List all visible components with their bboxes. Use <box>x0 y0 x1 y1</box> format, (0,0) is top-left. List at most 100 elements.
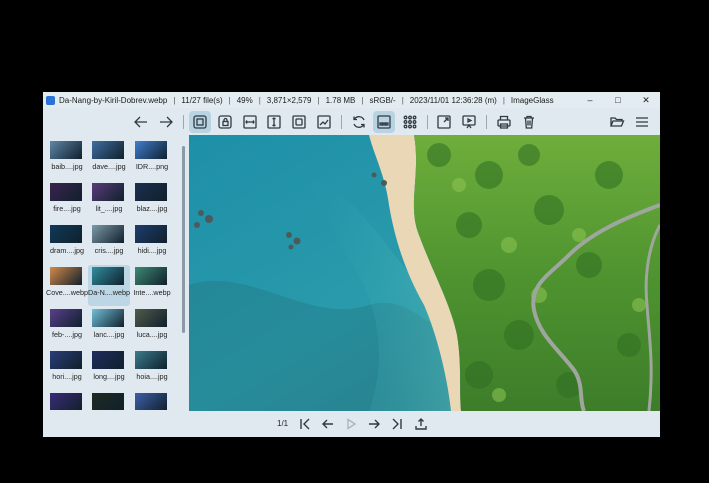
export-page-button[interactable] <box>412 415 430 433</box>
lock-zoom-button[interactable] <box>214 111 236 133</box>
previous-image-button[interactable] <box>130 111 152 133</box>
minimize-button[interactable]: – <box>576 92 604 108</box>
thumbnail-item[interactable] <box>88 391 130 410</box>
thumbnail-item[interactable]: IDR....png <box>131 139 173 180</box>
open-file-button[interactable] <box>606 111 628 133</box>
title-file-name: Da-Nang-by-Kiril-Dobrev.webp <box>59 95 168 105</box>
thumbnail-item[interactable]: hori....jpg <box>46 349 88 390</box>
thumbnail-label: hidi....jpg <box>137 246 167 255</box>
page-counter: 1/1 <box>277 419 289 428</box>
thumbnail-label: IDR....png <box>135 162 169 171</box>
title-separator: | <box>502 95 505 105</box>
close-button[interactable]: ✕ <box>632 92 660 108</box>
thumbnail-label: fire....jpg <box>53 204 81 213</box>
thumbnail-item[interactable]: fire....jpg <box>46 181 88 222</box>
thumbnail-item[interactable]: cris....jpg <box>88 223 130 264</box>
thumbnail-label: Cove....webp <box>46 288 88 297</box>
aerial-beach-image <box>189 135 660 411</box>
toggle-thumbnail-grid-button[interactable] <box>399 111 421 133</box>
slideshow-button[interactable] <box>458 111 480 133</box>
title-separator: | <box>317 95 320 105</box>
window-controls: – □ ✕ <box>576 92 660 108</box>
refresh-button[interactable] <box>348 111 370 133</box>
thumbnail-item[interactable]: lanc....jpg <box>88 307 130 348</box>
export-icon <box>415 418 427 430</box>
thumbnail-item[interactable]: feb-....jpg <box>46 307 88 348</box>
thumbnail-label: lanc....jpg <box>93 330 125 339</box>
thumbnail-item[interactable]: hidi....jpg <box>131 223 173 264</box>
thumbnail-image <box>135 351 167 369</box>
last-page-button[interactable] <box>388 415 406 433</box>
thumbnail-image <box>50 351 82 369</box>
thumbnail-image <box>92 141 124 159</box>
title-color-profile: sRGB/- <box>369 95 396 105</box>
play-animation-button[interactable] <box>342 415 360 433</box>
last-page-icon <box>392 418 402 430</box>
scale-width-icon <box>243 115 257 129</box>
title-bar: Da-Nang-by-Kiril-Dobrev.webp | 11/27 fil… <box>43 92 660 108</box>
thumbnail-item[interactable]: dave....jpg <box>88 139 130 180</box>
thumbnail-label: feb-....jpg <box>52 330 82 339</box>
thumbnail-image <box>50 225 82 243</box>
thumbnail-image <box>135 393 167 410</box>
title-separator: | <box>258 95 261 105</box>
scale-to-width-button[interactable] <box>239 111 261 133</box>
next-image-button[interactable] <box>155 111 177 133</box>
thumbnail-label: blaz....jpg <box>136 204 168 213</box>
hamburger-menu-icon <box>636 117 648 127</box>
thumbnail-label: hori....jpg <box>52 372 82 381</box>
image-viewer[interactable] <box>189 135 660 411</box>
next-page-button[interactable] <box>365 415 383 433</box>
thumbnail-image <box>50 309 82 327</box>
thumbnail-label: cris....jpg <box>94 246 124 255</box>
thumbnail-item[interactable]: hoia....jpg <box>131 349 173 390</box>
thumbnail-item[interactable]: lit_....jpg <box>88 181 130 222</box>
bottom-navigation-bar: 1/1 <box>43 411 660 437</box>
title-dimensions: 3,871×2,579 <box>266 95 312 105</box>
thumbnail-item[interactable]: luca....jpg <box>131 307 173 348</box>
gallery-scrollbar-thumb[interactable] <box>182 146 185 333</box>
auto-zoom-button[interactable] <box>189 111 211 133</box>
main-menu-button[interactable] <box>631 111 653 133</box>
gallery-icon <box>377 115 391 129</box>
thumbnail-label: baib....jpg <box>51 162 83 171</box>
scale-to-fill-button[interactable] <box>313 111 335 133</box>
title-date: 2023/11/01 12:36:28 (m) <box>409 95 497 105</box>
thumbnail-gallery: baib....jpg dave....jpg IDR....png fire....… <box>43 136 188 410</box>
thumbnail-item[interactable]: blaz....jpg <box>131 181 173 222</box>
thumbnail-item[interactable]: dram....jpg <box>46 223 88 264</box>
thumbnail-label: Da-N....webp <box>88 288 130 297</box>
toolbar-divider <box>427 115 428 129</box>
slideshow-icon <box>462 115 476 129</box>
scale-fill-icon <box>317 115 331 129</box>
title-info: Da-Nang-by-Kiril-Dobrev.webp | 11/27 fil… <box>59 96 554 105</box>
thumbnail-item[interactable]: long....jpg <box>88 349 130 390</box>
thumbnail-label: long....jpg <box>93 372 125 381</box>
imageglass-window: Da-Nang-by-Kiril-Dobrev.webp | 11/27 fil… <box>43 92 660 437</box>
thumbnail-item[interactable]: Da-N....webp <box>88 265 130 306</box>
thumbnail-item[interactable] <box>46 391 88 410</box>
print-button[interactable] <box>493 111 515 133</box>
thumbnail-item[interactable] <box>131 391 173 410</box>
thumbnail-item[interactable]: Inte....webp <box>131 265 173 306</box>
scale-to-height-button[interactable] <box>263 111 285 133</box>
print-icon <box>497 115 511 129</box>
toggle-gallery-button[interactable] <box>373 111 395 133</box>
thumbnail-item[interactable]: Cove....webp <box>46 265 88 306</box>
scale-height-icon <box>267 115 281 129</box>
maximize-button[interactable]: □ <box>604 92 632 108</box>
first-page-button[interactable] <box>296 415 314 433</box>
thumbnail-image <box>135 225 167 243</box>
thumbnail-image <box>50 141 82 159</box>
thumbnail-item[interactable]: baib....jpg <box>46 139 88 180</box>
thumbnail-label: dram....jpg <box>50 246 84 255</box>
scale-to-fit-button[interactable] <box>288 111 310 133</box>
thumbnail-label: Inte....webp <box>133 288 171 297</box>
previous-page-button[interactable] <box>319 415 337 433</box>
full-screen-button[interactable] <box>433 111 455 133</box>
toolbar-divider <box>183 115 184 129</box>
delete-button[interactable] <box>518 111 540 133</box>
thumbnail-image <box>92 309 124 327</box>
title-separator: | <box>401 95 404 105</box>
arrow-right-icon <box>160 116 173 128</box>
